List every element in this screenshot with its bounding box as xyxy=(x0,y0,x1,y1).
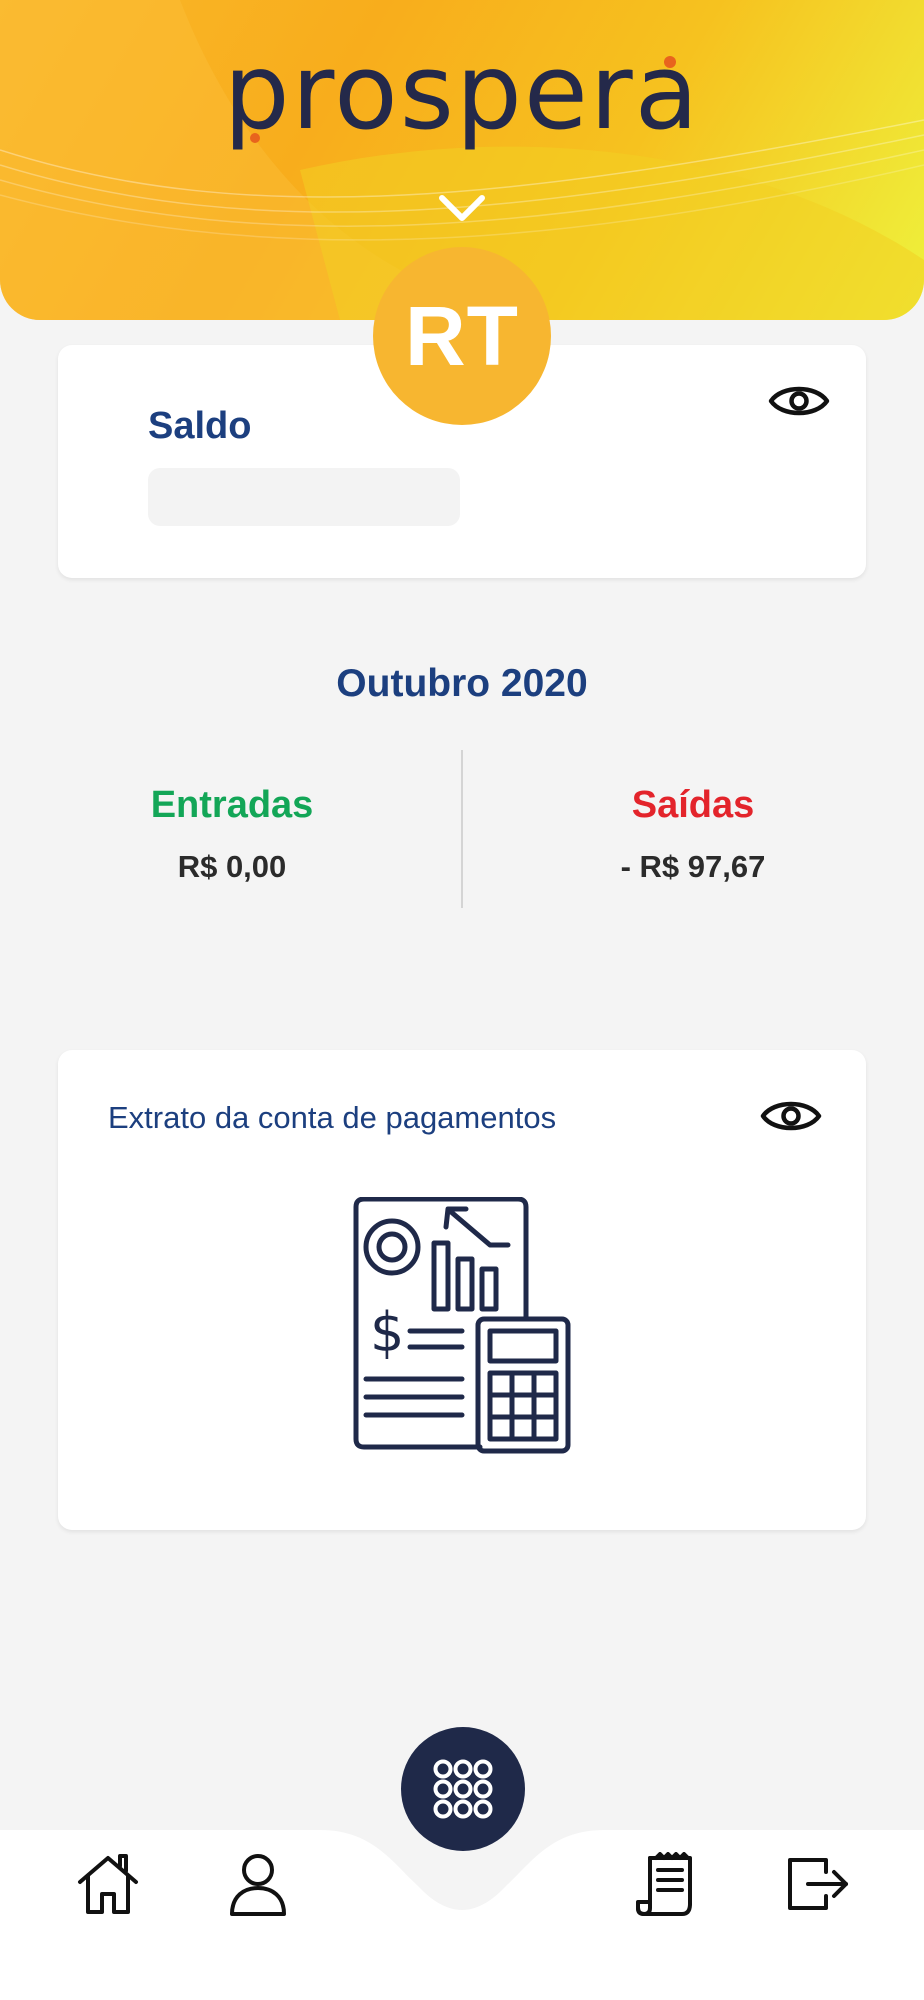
summary-divider xyxy=(461,750,463,908)
statement-label: Extrato da conta de pagamentos xyxy=(108,1100,557,1135)
logo-dot-left xyxy=(250,133,260,143)
report-calculator-icon: $ xyxy=(353,1197,571,1454)
balance-hidden-value xyxy=(148,468,460,526)
eye-icon[interactable] xyxy=(768,381,830,421)
expense-value: - R$ 97,67 xyxy=(620,849,766,884)
logout-icon[interactable] xyxy=(786,1852,850,1916)
statement-card[interactable]: Extrato da conta de pagamentos $ xyxy=(58,1050,866,1530)
balance-label: Saldo xyxy=(148,405,252,447)
income-value: R$ 0,00 xyxy=(177,849,287,884)
receipt-icon[interactable] xyxy=(632,1852,696,1916)
expense-label: Saídas xyxy=(631,784,755,826)
eye-icon[interactable] xyxy=(760,1096,822,1136)
grid-menu-icon xyxy=(433,1759,493,1819)
month-title: Outubro 2020 xyxy=(336,662,588,705)
grid-menu-button[interactable] xyxy=(401,1727,525,1851)
income-label: Entradas xyxy=(150,784,314,826)
home-icon[interactable] xyxy=(76,1852,140,1916)
profile-icon[interactable] xyxy=(226,1852,290,1916)
logo-dot-right xyxy=(664,56,676,68)
chevron-down-icon[interactable] xyxy=(438,192,486,226)
app-logo: prospera xyxy=(223,31,701,153)
svg-text:$: $ xyxy=(370,1301,404,1364)
user-avatar[interactable]: RT xyxy=(373,247,551,425)
